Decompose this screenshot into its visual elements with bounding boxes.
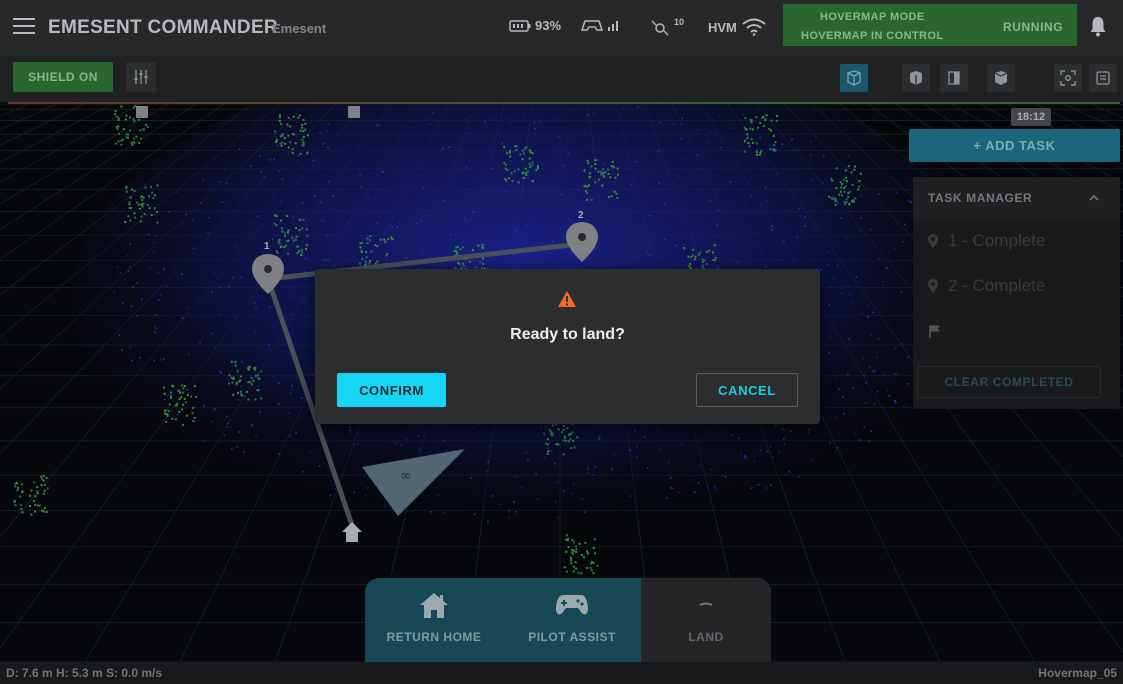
confirm-button[interactable]: CONFIRM (337, 373, 446, 407)
dialog-title: Ready to land? (510, 326, 625, 343)
land-confirm-dialog: Ready to land? CONFIRM CANCEL (315, 269, 820, 424)
warning-icon (558, 291, 576, 307)
cancel-button[interactable]: CANCEL (696, 373, 798, 407)
